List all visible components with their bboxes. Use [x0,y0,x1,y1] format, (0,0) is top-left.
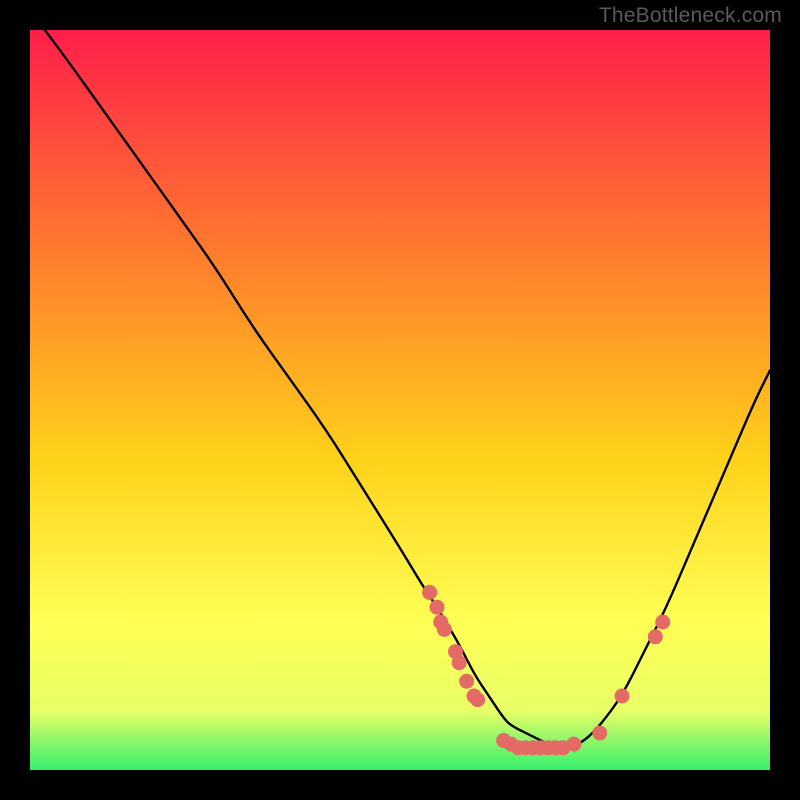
curve-point [655,615,670,630]
curve-point [430,600,445,615]
curve-point [648,629,663,644]
chart-stage: TheBottleneck.com [0,0,800,800]
curve-point [422,585,437,600]
curve-point [452,655,467,670]
curve-point [459,674,474,689]
curve-point [592,726,607,741]
curve-point [566,737,581,752]
curve-point [615,689,630,704]
curve-point [470,692,485,707]
curve-point [437,622,452,637]
chart-background [30,30,770,770]
bottleneck-chart [0,0,800,800]
watermark-text: TheBottleneck.com [599,4,782,28]
